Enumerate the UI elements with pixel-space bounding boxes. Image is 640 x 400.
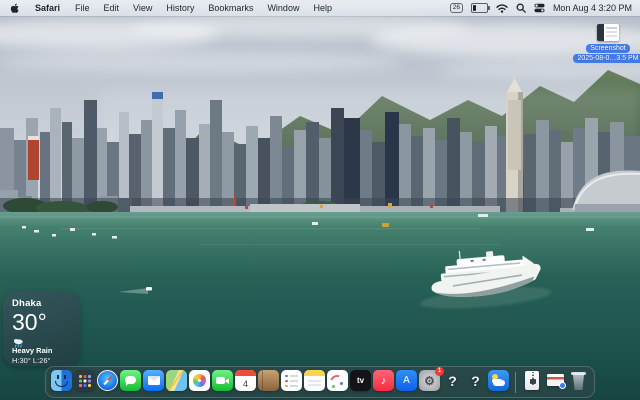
- dock-notes[interactable]: [304, 370, 325, 394]
- tv-app-icon: tv: [350, 370, 371, 391]
- menu-window[interactable]: Window: [267, 3, 299, 13]
- messages-app-icon: [120, 370, 141, 391]
- dock-appstore[interactable]: A: [396, 370, 417, 394]
- dock: 4 tv♪A⚙1??: [45, 366, 595, 398]
- safari-app-icon: [97, 370, 118, 391]
- running-indicator-dot: [106, 393, 109, 396]
- battery-icon[interactable]: [471, 3, 488, 13]
- menu-history[interactable]: History: [166, 3, 194, 13]
- notes-app-icon: [304, 370, 325, 391]
- apple-menu[interactable]: [10, 3, 19, 14]
- reminders-app-icon: [281, 370, 302, 391]
- menu-help[interactable]: Help: [313, 3, 332, 13]
- dock-reminders[interactable]: [281, 370, 302, 394]
- dock-contacts[interactable]: [258, 370, 279, 394]
- wallpaper-hong-kong-harbour: [0, 0, 640, 400]
- calendar-day-number: 4: [235, 376, 256, 391]
- dock-unknown2[interactable]: ?: [465, 370, 486, 394]
- finder-app-icon: [51, 370, 72, 391]
- launchpad-app-icon: [74, 370, 95, 391]
- dock-weather[interactable]: [488, 370, 509, 394]
- screenshot-thumbnail[interactable]: [597, 24, 619, 41]
- desktop-file-screenshot[interactable]: Screenshot 2025-08-0…3.5 PM: [578, 24, 638, 63]
- dock-screenshot-file[interactable]: [545, 370, 566, 394]
- desktop: Safari File Edit View History Bookmarks …: [0, 0, 640, 400]
- wifi-icon[interactable]: [496, 3, 508, 13]
- dock-unknown1[interactable]: ?: [442, 370, 463, 394]
- dock-trash[interactable]: [568, 370, 589, 394]
- desktop-file-label: Screenshot 2025-08-0…3.5 PM: [573, 44, 640, 63]
- dock-tv[interactable]: tv: [350, 370, 371, 394]
- menu-bookmarks[interactable]: Bookmarks: [208, 3, 253, 13]
- weather-condition: Heavy Rain: [12, 346, 71, 355]
- contacts-app-icon: [258, 370, 279, 391]
- dock-settings[interactable]: ⚙1: [419, 370, 440, 394]
- unknown-app-icon: ?: [442, 370, 463, 391]
- weather-city: Dhaka: [12, 298, 71, 309]
- dock-calendar[interactable]: 4: [235, 370, 256, 394]
- weather-widget[interactable]: Dhaka 30° Heavy Rain H:30° L:26°: [3, 291, 80, 366]
- apple-logo-icon: [10, 3, 19, 14]
- control-center-icon[interactable]: [534, 3, 545, 13]
- menu-view[interactable]: View: [133, 3, 152, 13]
- dock-music[interactable]: ♪: [373, 370, 394, 394]
- settings-app-icon: ⚙1: [419, 370, 440, 391]
- appstore-app-icon: A: [396, 370, 417, 391]
- dock-divider: [515, 372, 516, 393]
- freeform-app-icon: [327, 370, 348, 391]
- menu-bar: Safari File Edit View History Bookmarks …: [0, 0, 640, 16]
- facetime-app-icon: [212, 370, 233, 391]
- dock-launchpad[interactable]: [74, 370, 95, 394]
- dock-maps[interactable]: [166, 370, 187, 394]
- dock-safari[interactable]: [97, 370, 118, 394]
- dock-mail[interactable]: [143, 370, 164, 394]
- dock-photos[interactable]: [189, 370, 210, 394]
- dock-messages[interactable]: [120, 370, 141, 394]
- screenshot-file-app-icon: [545, 370, 566, 391]
- menu-file[interactable]: File: [75, 3, 90, 13]
- file-name-line2: 2025-08-0…3.5 PM: [573, 54, 640, 63]
- dock-zip[interactable]: [522, 370, 543, 394]
- menu-edit[interactable]: Edit: [104, 3, 120, 13]
- zip-app-icon: [522, 370, 543, 391]
- maps-app-icon: [166, 370, 187, 391]
- dock-facetime[interactable]: [212, 370, 233, 394]
- photos-app-icon: [189, 370, 210, 391]
- file-name-line1: Screenshot: [586, 44, 629, 53]
- menu-app-name[interactable]: Safari: [35, 3, 60, 13]
- mail-app-icon: [143, 370, 164, 391]
- dock-freeform[interactable]: [327, 370, 348, 394]
- running-indicator-dot: [60, 393, 63, 396]
- weather-high-low: H:30° L:26°: [12, 356, 71, 365]
- calendar-app-icon: 4: [235, 370, 256, 391]
- weather-app-icon: [488, 370, 509, 391]
- menubar-clock[interactable]: Mon Aug 4 3:20 PM: [553, 3, 632, 13]
- music-app-icon: ♪: [373, 370, 394, 391]
- dock-finder[interactable]: [51, 370, 72, 394]
- rain-cloud-icon: [12, 336, 71, 345]
- trash-app-icon: [568, 370, 589, 391]
- unknown-app-icon: ?: [465, 370, 486, 391]
- battery-percent-badge[interactable]: 26: [450, 3, 463, 13]
- spotlight-search-icon[interactable]: [516, 3, 526, 13]
- weather-temperature: 30°: [12, 310, 71, 334]
